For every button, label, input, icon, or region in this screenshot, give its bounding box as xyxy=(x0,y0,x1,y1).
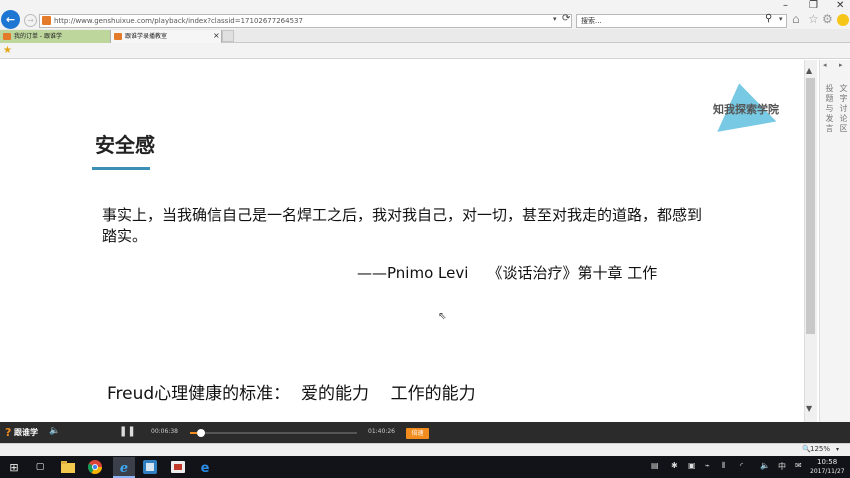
progress-bar[interactable] xyxy=(190,432,357,434)
maximize-button[interactable]: ❐ xyxy=(809,0,818,11)
chrome-icon[interactable] xyxy=(87,459,103,475)
feedback-smiley-icon[interactable] xyxy=(837,14,849,26)
tab-label: 我的订单 - 跟谁学 xyxy=(14,33,62,40)
progress-handle[interactable] xyxy=(197,429,206,437)
app-icon[interactable] xyxy=(170,459,186,475)
tab-text-discussion[interactable]: 文 字 讨 论 区 xyxy=(838,84,849,134)
title-underline xyxy=(92,167,150,170)
panel-collapse-icon[interactable]: ◂ xyxy=(823,61,827,69)
bluetooth-icon[interactable]: ✱ xyxy=(671,461,678,470)
back-button[interactable]: ← xyxy=(1,10,20,29)
favorites-bar xyxy=(0,43,850,59)
tray-icon[interactable]: ▤ xyxy=(651,461,659,470)
tab-recorded-classroom[interactable]: 跟谁学录播教室 xyxy=(111,30,222,43)
internet-explorer-icon[interactable]: e xyxy=(113,457,135,478)
add-favorite-icon[interactable]: ★ xyxy=(3,45,12,56)
svg-text:e: e xyxy=(201,461,210,474)
player-logo: 跟谁学 xyxy=(14,428,38,437)
app-icon[interactable] xyxy=(142,459,158,475)
forward-arrow-icon: → xyxy=(27,16,34,25)
network-icon[interactable]: ⫴ xyxy=(722,461,725,471)
windows-start-icon[interactable]: ⊞ xyxy=(6,459,22,475)
slide-title: 安全感 xyxy=(95,133,155,157)
zoom-dropdown-icon[interactable]: ▾ xyxy=(836,446,839,453)
speaker-icon[interactable]: 🔈 xyxy=(760,461,770,470)
favorites-star-icon[interactable]: ☆ xyxy=(808,12,819,26)
power-icon[interactable]: ⌁ xyxy=(705,461,710,470)
close-window-button[interactable]: ✕ xyxy=(836,0,844,11)
slide-subpoint: Freud心理健康的标准： 爱的能力 工作的能力 xyxy=(107,384,476,404)
back-arrow-icon: ← xyxy=(5,13,16,26)
notification-icon[interactable]: ✉ xyxy=(795,461,802,470)
playback-speed-button[interactable]: 倍速 xyxy=(406,428,429,439)
scroll-down-icon[interactable]: ▼ xyxy=(806,404,812,413)
task-view-icon[interactable]: ▢ xyxy=(32,459,48,475)
site-favicon-icon xyxy=(42,16,51,25)
address-bar[interactable]: http://www.genshuixue.com/playback/index… xyxy=(39,14,572,28)
input-method-indicator[interactable]: 中 xyxy=(778,461,786,472)
tab-favicon-icon xyxy=(3,33,11,40)
svg-text:e: e xyxy=(120,461,128,474)
clock-time[interactable]: 10:58 xyxy=(817,458,837,466)
tab-my-orders[interactable]: 我的订单 - 跟谁学 xyxy=(0,30,111,43)
tab-questions[interactable]: 投 题 与 发 言 xyxy=(824,84,835,134)
edge-icon[interactable]: e xyxy=(197,459,213,475)
status-bar xyxy=(0,443,850,456)
quote-citation: ——Pnimo Levi 《谈话治疗》第十章 工作 xyxy=(357,264,658,282)
tab-close-icon[interactable]: × xyxy=(213,31,220,40)
volume-icon[interactable]: 🔈 xyxy=(49,426,60,436)
panel-expand-icon[interactable]: ▸ xyxy=(839,61,843,69)
pause-button[interactable]: ❚❚ xyxy=(119,426,136,437)
refresh-icon[interactable]: ⟳ xyxy=(562,13,570,24)
mouse-cursor-icon: ⇖ xyxy=(438,311,447,322)
search-input[interactable]: 搜索... xyxy=(576,14,787,28)
gear-icon[interactable]: ⚙ xyxy=(822,12,833,26)
scroll-up-icon[interactable]: ▲ xyxy=(806,66,812,75)
forward-button[interactable]: → xyxy=(24,14,37,27)
wifi-icon[interactable]: ◜ xyxy=(740,461,743,470)
home-icon[interactable]: ⌂ xyxy=(792,12,800,26)
player-logo-mark-icon: ? xyxy=(5,426,12,439)
tab-label: 跟谁学录播教室 xyxy=(125,33,168,40)
tab-favicon-icon xyxy=(114,33,122,40)
total-time: 01:40:26 xyxy=(368,428,395,435)
search-icon[interactable]: ⚲ xyxy=(765,13,772,24)
slide-quote: 事实上，当我确信自己是一名焊工之后，我对我自己，对一切，甚至对我走的道路，都感到… xyxy=(102,206,703,245)
new-tab-button[interactable] xyxy=(222,30,234,42)
zoom-level[interactable]: 125% xyxy=(810,445,830,453)
clock-date[interactable]: 2017/11/27 xyxy=(810,468,845,475)
address-dropdown-icon[interactable]: ▾ xyxy=(553,15,557,23)
search-dropdown-icon[interactable]: ▾ xyxy=(779,15,783,23)
browser-window: ← → http://www.genshuixue.com/playback/i… xyxy=(0,0,850,478)
current-time: 00:06:38 xyxy=(151,428,178,435)
file-explorer-icon[interactable] xyxy=(60,459,76,475)
institute-logo: 知我探索学院 xyxy=(713,103,779,116)
scrollbar-thumb[interactable] xyxy=(806,78,815,334)
minimize-button[interactable]: – xyxy=(783,0,788,11)
tray-icon[interactable]: ▣ xyxy=(688,461,696,470)
